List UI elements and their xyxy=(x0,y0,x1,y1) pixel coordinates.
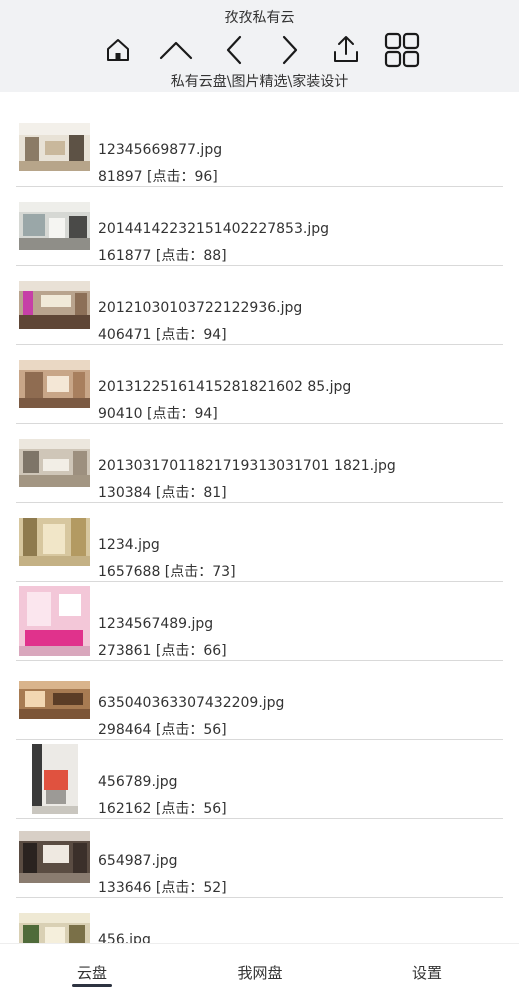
file-name: 12345669877.jpg xyxy=(98,142,223,158)
file-list-item[interactable]: 1234567489.jpg 273861 [点击：66] xyxy=(16,582,503,661)
file-name: 1234567489.jpg xyxy=(98,616,214,632)
file-thumbnail xyxy=(19,123,90,171)
file-name: 456.jpg xyxy=(98,932,151,943)
file-name: 635040363307432209.jpg xyxy=(98,695,285,711)
file-meta: 133646 [点击：52] xyxy=(98,880,227,896)
file-meta: 161877 [点击：88] xyxy=(98,248,227,264)
file-list-item[interactable]: 20131225161415281821602 85.jpg 90410 [点击… xyxy=(16,345,503,424)
file-list-item[interactable]: 12345669877.jpg 81897 [点击：96] xyxy=(16,108,503,187)
file-name: 1234.jpg xyxy=(98,537,160,553)
file-name: 20130317011821719313031701 1821.jpg xyxy=(98,458,396,474)
file-list-item[interactable]: 654987.jpg 133646 [点击：52] xyxy=(16,819,503,898)
file-thumbnail xyxy=(19,586,90,656)
file-thumbnail xyxy=(19,913,90,943)
file-list-item[interactable]: 20130317011821719313031701 1821.jpg 1303… xyxy=(16,424,503,503)
file-meta: 406471 [点击：94] xyxy=(98,327,227,343)
app-title: 孜孜私有云 xyxy=(224,10,295,26)
file-thumbnail xyxy=(32,744,78,814)
grid-view-icon xyxy=(384,32,420,68)
file-name: 456789.jpg xyxy=(98,774,178,790)
grid-view-button[interactable] xyxy=(384,32,420,68)
file-list-item[interactable]: 20121030103722122936.jpg 406471 [点击：94] xyxy=(16,266,503,345)
file-thumbnail xyxy=(19,281,90,329)
file-list-item[interactable]: 635040363307432209.jpg 298464 [点击：56] xyxy=(16,661,503,740)
home-button[interactable] xyxy=(100,32,136,68)
file-meta: 130384 [点击：81] xyxy=(98,485,227,501)
file-meta: 273861 [点击：66] xyxy=(98,643,227,659)
home-icon xyxy=(107,39,129,61)
file-meta: 81897 [点击：96] xyxy=(98,169,218,185)
file-list-item[interactable]: 20144142232151402227853.jpg 161877 [点击：8… xyxy=(16,187,503,266)
forward-button[interactable] xyxy=(272,32,308,68)
toolbar xyxy=(100,32,420,68)
file-meta: 298464 [点击：56] xyxy=(98,722,227,738)
file-thumbnail xyxy=(19,681,90,719)
file-thumbnail xyxy=(19,439,90,487)
tab-my-netdisk[interactable]: 我网盘 xyxy=(200,944,320,994)
tab-settings[interactable]: 设置 xyxy=(367,944,487,994)
file-list-item[interactable]: 1234.jpg 1657688 [点击：73] xyxy=(16,503,503,582)
file-thumbnail xyxy=(19,360,90,408)
file-meta: 1657688 [点击：73] xyxy=(98,564,236,580)
file-list-item[interactable]: 456.jpg xyxy=(16,898,503,943)
upload-button[interactable] xyxy=(328,32,364,68)
file-meta: 90410 [点击：94] xyxy=(98,406,218,422)
up-icon xyxy=(159,41,193,60)
file-list: 12345669877.jpg 81897 [点击：96] 2014414223… xyxy=(0,92,519,943)
up-button[interactable] xyxy=(158,32,194,68)
active-tab-indicator xyxy=(72,984,112,987)
file-name: 20131225161415281821602 85.jpg xyxy=(98,379,352,395)
file-thumbnail xyxy=(19,202,90,250)
file-thumbnail xyxy=(19,518,90,566)
forward-icon xyxy=(282,35,298,65)
upload-icon xyxy=(334,36,358,62)
file-name: 654987.jpg xyxy=(98,853,178,869)
back-icon xyxy=(226,35,242,65)
header-bar: 孜孜私有云 私有云盘\图片精选\家装设计 xyxy=(0,0,519,92)
file-list-item[interactable]: 456789.jpg 162162 [点击：56] xyxy=(16,740,503,819)
file-name: 20144142232151402227853.jpg xyxy=(98,221,329,237)
file-thumbnail xyxy=(19,831,90,883)
file-name: 20121030103722122936.jpg xyxy=(98,300,303,316)
breadcrumb: 私有云盘\图片精选\家装设计 xyxy=(170,74,349,90)
bottom-nav: 云盘 我网盘 设置 xyxy=(0,943,519,994)
file-meta: 162162 [点击：56] xyxy=(98,801,227,817)
back-button[interactable] xyxy=(216,32,252,68)
